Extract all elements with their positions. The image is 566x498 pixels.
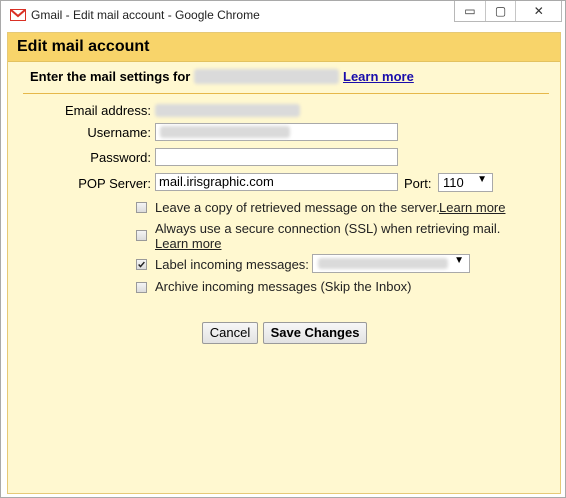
port-label: Port: xyxy=(404,176,432,191)
cancel-button[interactable]: Cancel xyxy=(202,322,258,344)
edit-mail-dialog: Edit mail account Enter the mail setting… xyxy=(7,32,561,494)
maximize-button[interactable]: ▢ xyxy=(484,1,516,21)
redacted-label xyxy=(318,258,448,269)
redacted-email xyxy=(194,69,339,84)
maximize-icon: ▢ xyxy=(494,4,507,18)
archive-label: Archive incoming messages (Skip the Inbo… xyxy=(155,279,412,294)
save-changes-button[interactable]: Save Changes xyxy=(263,322,367,344)
port-value: 110 xyxy=(443,175,464,190)
password-input[interactable] xyxy=(155,148,398,166)
label-select[interactable]: ▼ xyxy=(312,254,470,273)
label-incoming-checkbox[interactable] xyxy=(136,259,147,270)
redacted-email-address xyxy=(155,104,300,117)
ssl-learn-more-link[interactable]: Learn more xyxy=(155,236,221,251)
dialog-header: Edit mail account xyxy=(8,33,560,62)
title-bar: Gmail - Edit mail account - Google Chrom… xyxy=(1,1,565,31)
chevron-down-icon: ▼ xyxy=(477,174,487,185)
minimize-icon: ▭ xyxy=(464,4,476,18)
ssl-label: Always use a secure connection (SSL) whe… xyxy=(155,221,501,236)
minimize-button[interactable]: ▭ xyxy=(455,1,485,21)
divider xyxy=(23,93,549,94)
chevron-down-icon: ▼ xyxy=(454,255,464,266)
username-label: Username: xyxy=(87,125,151,140)
label-incoming-label: Label incoming messages: xyxy=(155,257,309,272)
close-button[interactable]: ✕ xyxy=(515,1,561,21)
checkmark-icon xyxy=(138,261,145,268)
leave-copy-label: Leave a copy of retrieved message on the… xyxy=(155,200,440,215)
username-input[interactable] xyxy=(155,123,398,141)
password-label: Password: xyxy=(90,150,151,165)
archive-checkbox[interactable] xyxy=(136,282,147,293)
dialog-title: Edit mail account xyxy=(17,38,150,55)
email-label: Email address: xyxy=(65,103,151,118)
redacted-username xyxy=(160,126,290,138)
window-controls: ▭ ▢ ✕ xyxy=(454,1,562,22)
port-select[interactable]: 110 ▼ xyxy=(438,173,493,192)
leave-copy-learn-more-link[interactable]: Learn more xyxy=(439,200,505,215)
ssl-checkbox[interactable] xyxy=(136,230,147,241)
pop-server-label: POP Server: xyxy=(78,176,151,191)
leave-copy-checkbox[interactable] xyxy=(136,202,147,213)
pop-server-input[interactable]: mail.irisgraphic.com xyxy=(155,173,398,191)
instruction-text: Enter the mail settings for xyxy=(30,69,191,84)
close-icon: ✕ xyxy=(533,4,544,18)
window-title: Gmail - Edit mail account - Google Chrom… xyxy=(31,8,260,22)
browser-window: Gmail - Edit mail account - Google Chrom… xyxy=(0,0,566,498)
learn-more-link[interactable]: Learn more xyxy=(343,69,414,84)
gmail-icon xyxy=(10,9,26,21)
